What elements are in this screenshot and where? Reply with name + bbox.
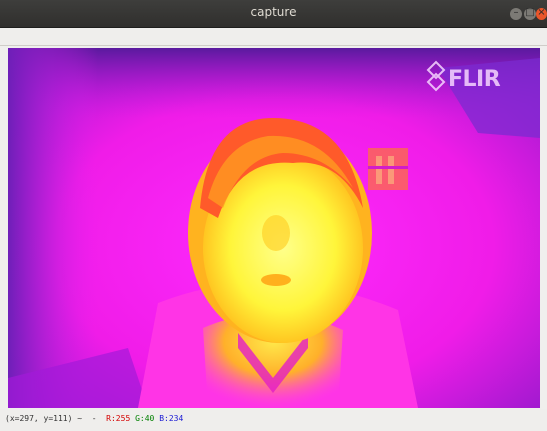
title-bar[interactable]: capture – □ × [0, 0, 547, 28]
separator: - [86, 414, 102, 423]
pixel-red: R:255 [106, 414, 131, 423]
pixel-blue: B:234 [159, 414, 184, 423]
image-viewport[interactable]: FLIR [8, 48, 540, 408]
flir-watermark: FLIR [448, 67, 501, 92]
minimize-button[interactable]: – [510, 7, 522, 20]
status-bar: (x=297, y=111) ~ - R:255 G:40 B:234 [0, 409, 547, 431]
maximize-icon: □ [525, 7, 535, 18]
cursor-position: (x=297, y=111) ~ [5, 414, 83, 423]
maximize-button[interactable]: □ [524, 7, 536, 20]
thermal-image: FLIR [8, 48, 540, 408]
minimize-icon: – [513, 7, 519, 18]
toolbar [0, 28, 547, 46]
close-icon: × [537, 7, 546, 18]
capture-window: capture – □ × FLIR (x=297, y=111) ~ - R:… [0, 0, 547, 431]
pixel-green: G:40 [135, 414, 155, 423]
close-button[interactable]: × [536, 7, 547, 20]
window-title: capture [250, 5, 297, 19]
